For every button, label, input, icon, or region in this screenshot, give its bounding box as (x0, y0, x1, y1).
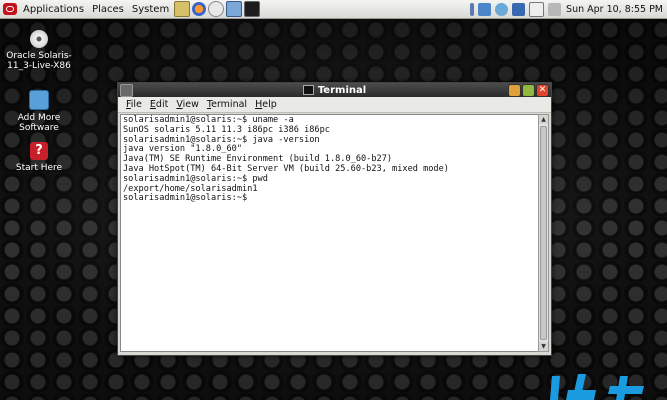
applications-menu[interactable]: Applications (19, 4, 88, 15)
window-title-text: Terminal (317, 84, 367, 96)
volume-tray-icon[interactable] (548, 2, 562, 16)
terminal-line: solarisadmin1@solaris:~$ (123, 193, 248, 204)
home-launcher-icon[interactable] (174, 1, 191, 17)
update-launcher-icon[interactable] (226, 1, 243, 17)
terminal-line: solarisadmin1@solaris:~$ uname -a (123, 115, 294, 125)
update-tray-icon[interactable] (512, 2, 526, 16)
window-titlebar[interactable]: Terminal ✕ (118, 83, 551, 97)
terminal-launcher-icon[interactable] (244, 1, 261, 17)
panel-handle-icon (470, 2, 475, 16)
menu-edit[interactable]: Edit (146, 99, 172, 110)
desktop-icon-label: Add More Software (17, 113, 61, 133)
terminal-title-icon (302, 85, 314, 95)
minimize-button[interactable] (508, 84, 521, 97)
places-menu[interactable]: Places (88, 4, 128, 15)
desktop-icon-add-more-software[interactable]: Add More Software (6, 90, 72, 133)
terminal-line: Java(TM) SE Runtime Environment (build 1… (123, 154, 393, 165)
package-add-icon (29, 90, 49, 110)
close-button[interactable]: ✕ (536, 84, 549, 97)
desktop-icon-label: Start Here (15, 163, 63, 173)
notification-tray-icon[interactable] (529, 1, 545, 17)
terminal-line: Java HotSpot(TM) 64-Bit Server VM (build… (123, 163, 449, 174)
screen-tray-icon[interactable] (478, 2, 492, 16)
scroll-down-arrow-icon[interactable]: ▼ (539, 342, 548, 351)
terminal-line: solarisadmin1@solaris:~$ java -version (123, 134, 320, 145)
vertical-scrollbar[interactable]: ▲ ▼ (538, 114, 549, 352)
window-title: Terminal (302, 84, 367, 96)
terminal-line: /export/home/solarisadmin1 (123, 183, 258, 194)
scroll-up-arrow-icon[interactable]: ▲ (539, 115, 548, 124)
top-panel: Applications Places System Sun Apr 10, 8… (0, 0, 667, 19)
menu-terminal[interactable]: Terminal (203, 99, 251, 110)
menu-help[interactable]: Help (251, 99, 281, 110)
scrollbar-thumb[interactable] (540, 126, 547, 340)
desktop-icon-start-here[interactable]: ? Start Here (6, 142, 72, 173)
help-icon: ? (30, 142, 48, 160)
terminal-line: SunOS solaris 5.11 11.3 i86pc i386 i86pc (123, 124, 330, 135)
maximize-button[interactable] (522, 84, 535, 97)
desktop-icon-label: Oracle Solaris-11_3-Live-X86 (6, 51, 72, 71)
menu-view[interactable]: View (172, 99, 203, 110)
window-menu-icon[interactable] (120, 84, 133, 97)
watermark-logo (550, 374, 644, 400)
oracle-menu-icon[interactable] (3, 3, 17, 15)
terminal-text: solarisadmin1@solaris:~$ uname -a SunOS … (121, 115, 538, 205)
terminal-output-area[interactable]: solarisadmin1@solaris:~$ uname -a SunOS … (120, 114, 539, 352)
terminal-window[interactable]: Terminal ✕ File Edit View Terminal Help … (117, 82, 552, 356)
desktop-icon-oracle-solaris-cd[interactable]: Oracle Solaris-11_3-Live-X86 (6, 30, 72, 71)
menu-file[interactable]: File (122, 99, 146, 110)
email-launcher-icon[interactable] (208, 1, 225, 17)
cd-icon (30, 30, 48, 48)
terminal-line: solarisadmin1@solaris:~$ pwd (123, 173, 268, 184)
system-menu[interactable]: System (128, 4, 173, 15)
terminal-line: java version "1.8.0_60" (123, 144, 242, 155)
network-tray-icon[interactable] (495, 2, 509, 16)
clock[interactable]: Sun Apr 10, 8:55 PM (566, 4, 663, 15)
firefox-launcher-icon[interactable] (192, 2, 207, 16)
terminal-menubar: File Edit View Terminal Help (118, 97, 551, 113)
